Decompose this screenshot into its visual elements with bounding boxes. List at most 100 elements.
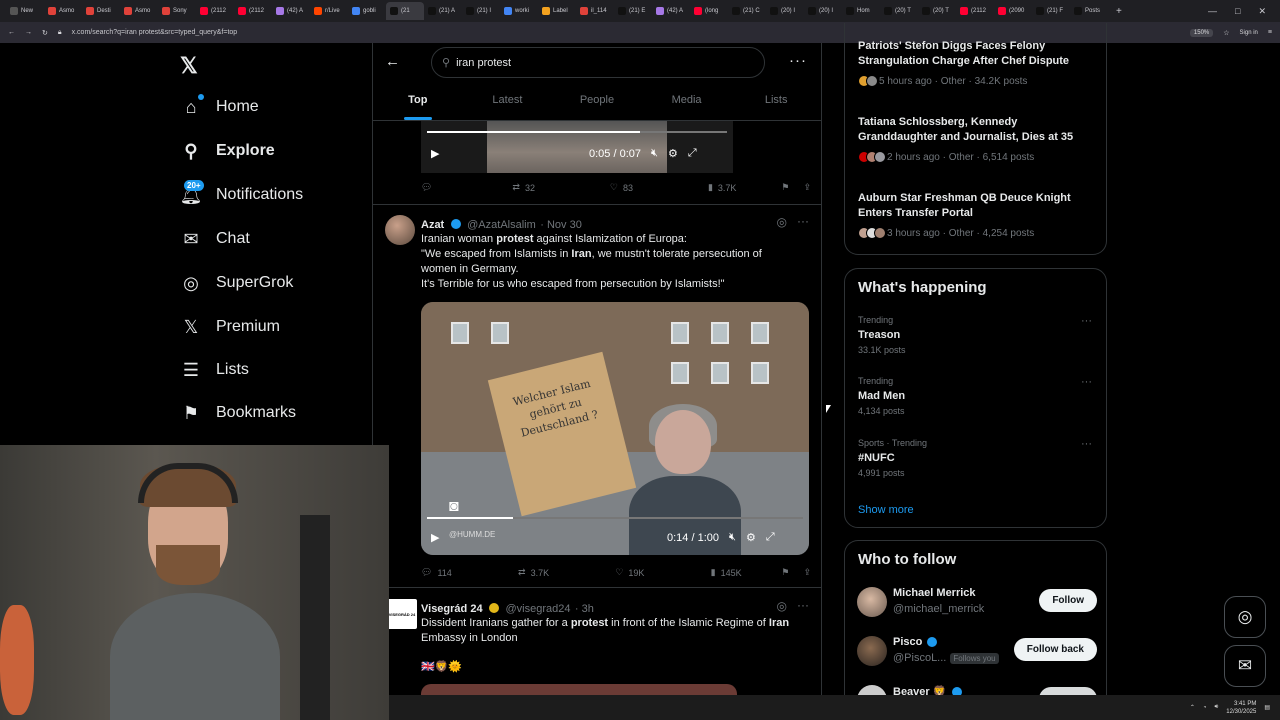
views-button[interactable]: ▮ 145K [711,567,742,578]
nav-bookmarks[interactable]: ⚑ Bookmarks [180,399,296,427]
browser-tab[interactable]: Desti [82,2,120,20]
browser-tab[interactable]: Label [538,2,576,20]
sign-in-button[interactable]: Sign in [1240,30,1258,36]
browser-tab[interactable]: (2112 [196,2,234,20]
post-azat[interactable]: Azat @AzatAlsalim · Nov 30 ◎ ··· Iranian… [373,204,821,597]
post-media[interactable] [421,684,737,695]
new-tab-icon[interactable]: + [1116,6,1122,17]
tab-people[interactable]: People [552,80,642,120]
follow-suggestion[interactable]: Michael Merrick @michael_merrick Follow [857,585,1097,619]
browser-tab[interactable]: worki [500,2,538,20]
news-item[interactable]: Auburn Star Freshman QB Deuce Knight Ent… [858,191,1098,239]
menu-icon[interactable]: ≡ [1268,29,1272,36]
browser-tab[interactable]: (21) I [462,2,500,20]
post-visegrad[interactable]: VISEGRÁD 24 Visegrád 24 @visegrad24 · 3h… [373,587,821,695]
post-author-name[interactable]: Azat [421,219,444,231]
post-date[interactable]: · Nov 30 [540,219,582,231]
post-author-handle[interactable]: @AzatAlsalim [467,219,536,231]
tab-lists[interactable]: Lists [731,80,821,120]
volume-icon[interactable]: 🔊︎ [1215,704,1219,711]
repost-button[interactable]: ⇄ 3.7K [518,567,549,578]
browser-tab[interactable]: Hom [842,2,880,20]
more-options-icon[interactable]: ··· [1081,376,1092,388]
grok-floating-icon[interactable]: ◎ [1224,596,1266,638]
browser-tab[interactable]: (20) T [880,2,918,20]
nav-lists[interactable]: ☰ Lists [180,356,249,384]
avatar[interactable] [385,215,415,245]
browser-tab[interactable]: (20) I [804,2,842,20]
grok-icon[interactable]: ◎ [777,599,787,613]
browser-tab[interactable]: il_114 [576,2,614,20]
post-author-handle[interactable]: @visegrad24 [505,603,570,615]
trend-item[interactable]: Trending Mad Men 4,134 posts ··· [858,376,1098,416]
reload-icon[interactable]: ↻ [42,29,48,37]
back-arrow-icon[interactable]: ← [385,53,400,70]
browser-tab[interactable]: (2112 [956,2,994,20]
browser-tab[interactable]: (20) I [766,2,804,20]
nav-explore[interactable]: ⚲ Explore [180,137,274,165]
like-button[interactable]: ♡ 19K [615,567,644,578]
post-date[interactable]: · 3h [575,603,594,615]
post-author-name[interactable]: Visegrád 24 [421,603,483,615]
suggestion-name[interactable]: Pisco [893,636,922,648]
fullscreen-icon[interactable]: ⤢ [688,147,697,160]
video-progress-bar[interactable] [427,517,803,519]
star-icon[interactable]: ☆ [1223,29,1229,37]
bookmark-button[interactable]: ⚑ [781,182,789,193]
browser-tab[interactable]: Asmo [44,2,82,20]
system-clock[interactable]: 3:41 PM 12/30/2025 [1226,700,1256,716]
browser-tab[interactable]: (42) A [652,2,690,20]
news-item[interactable]: Patriots' Stefon Diggs Faces Felony Stra… [858,39,1098,87]
video-player-1[interactable]: ▶ 0:05 / 0:07 🔇︎ ⚙ ⤢ [421,121,733,173]
suggestion-name[interactable]: Michael Merrick [893,587,976,599]
settings-icon[interactable]: ⚙ [668,147,678,160]
browser-tab[interactable]: Asmo [120,2,158,20]
tab-media[interactable]: Media [642,80,732,120]
bookmark-button[interactable]: ⚑ [781,567,789,578]
share-button[interactable]: ⇪ [803,567,811,578]
trend-item[interactable]: Trending Treason 33.1K posts ··· [858,315,1098,355]
minimize-icon[interactable]: — [1208,6,1217,17]
nav-premium[interactable]: 𝕏 Premium [180,313,280,341]
browser-tab[interactable]: (long [690,2,728,20]
trend-item[interactable]: Sports · Trending #NUFC 4,991 posts ··· [858,438,1098,478]
news-item[interactable]: Tatiana Schlossberg, Kennedy Granddaught… [858,115,1098,163]
mute-icon[interactable]: 🔇︎ [729,531,736,544]
back-icon[interactable]: ← [8,29,15,36]
more-options-icon[interactable]: ··· [789,52,807,69]
wifi-icon[interactable]: ◔ [1203,705,1207,711]
follow-button[interactable]: Follow [1039,589,1097,612]
messages-floating-icon[interactable]: ✉ [1224,645,1266,687]
browser-tab[interactable]: (21) E [614,2,652,20]
nav-home[interactable]: ⌂ Home [180,93,259,121]
browser-tab[interactable]: (2112 [234,2,272,20]
browser-tab[interactable]: Posts [1070,2,1108,20]
browser-tab[interactable]: gobli [348,2,386,20]
more-options-icon[interactable]: ··· [797,598,809,612]
nav-chat[interactable]: ✉ Chat [180,225,249,253]
browser-tab[interactable]: (21) C [728,2,766,20]
play-icon[interactable]: ▶ [431,147,439,160]
reply-button[interactable]: 💬︎ 114 [421,567,452,578]
maximize-icon[interactable]: □ [1235,6,1240,17]
nav-notifications[interactable]: 🔔︎ 20+ Notifications [180,180,303,209]
nav-supergrok[interactable]: ◎ SuperGrok [180,269,293,297]
zoom-level[interactable]: 150% [1189,28,1214,37]
avatar[interactable] [857,636,887,666]
reply-button[interactable]: 💬︎ [421,182,437,193]
browser-tab[interactable]: (20) T [918,2,956,20]
browser-tab[interactable]: (42) A [272,2,310,20]
more-options-icon[interactable]: ··· [1081,315,1092,327]
show-more-link[interactable]: Show more [858,504,914,516]
video-progress-bar[interactable] [427,131,727,133]
fullscreen-icon[interactable]: ⤢ [766,531,775,544]
browser-tab[interactable]: New [6,2,44,20]
tab-top[interactable]: Top [373,80,463,120]
settings-icon[interactable]: ⚙ [746,531,756,544]
views-button[interactable]: ▮ 3.7K [708,182,736,193]
mute-icon[interactable]: 🔇︎ [651,147,658,160]
tray-chevron-icon[interactable]: ⌃ [1190,704,1195,711]
avatar[interactable] [857,587,887,617]
video-player-2[interactable]: Welcher Islam gehört zu Deutschland ? @H… [421,302,809,555]
tab-latest[interactable]: Latest [463,80,553,120]
